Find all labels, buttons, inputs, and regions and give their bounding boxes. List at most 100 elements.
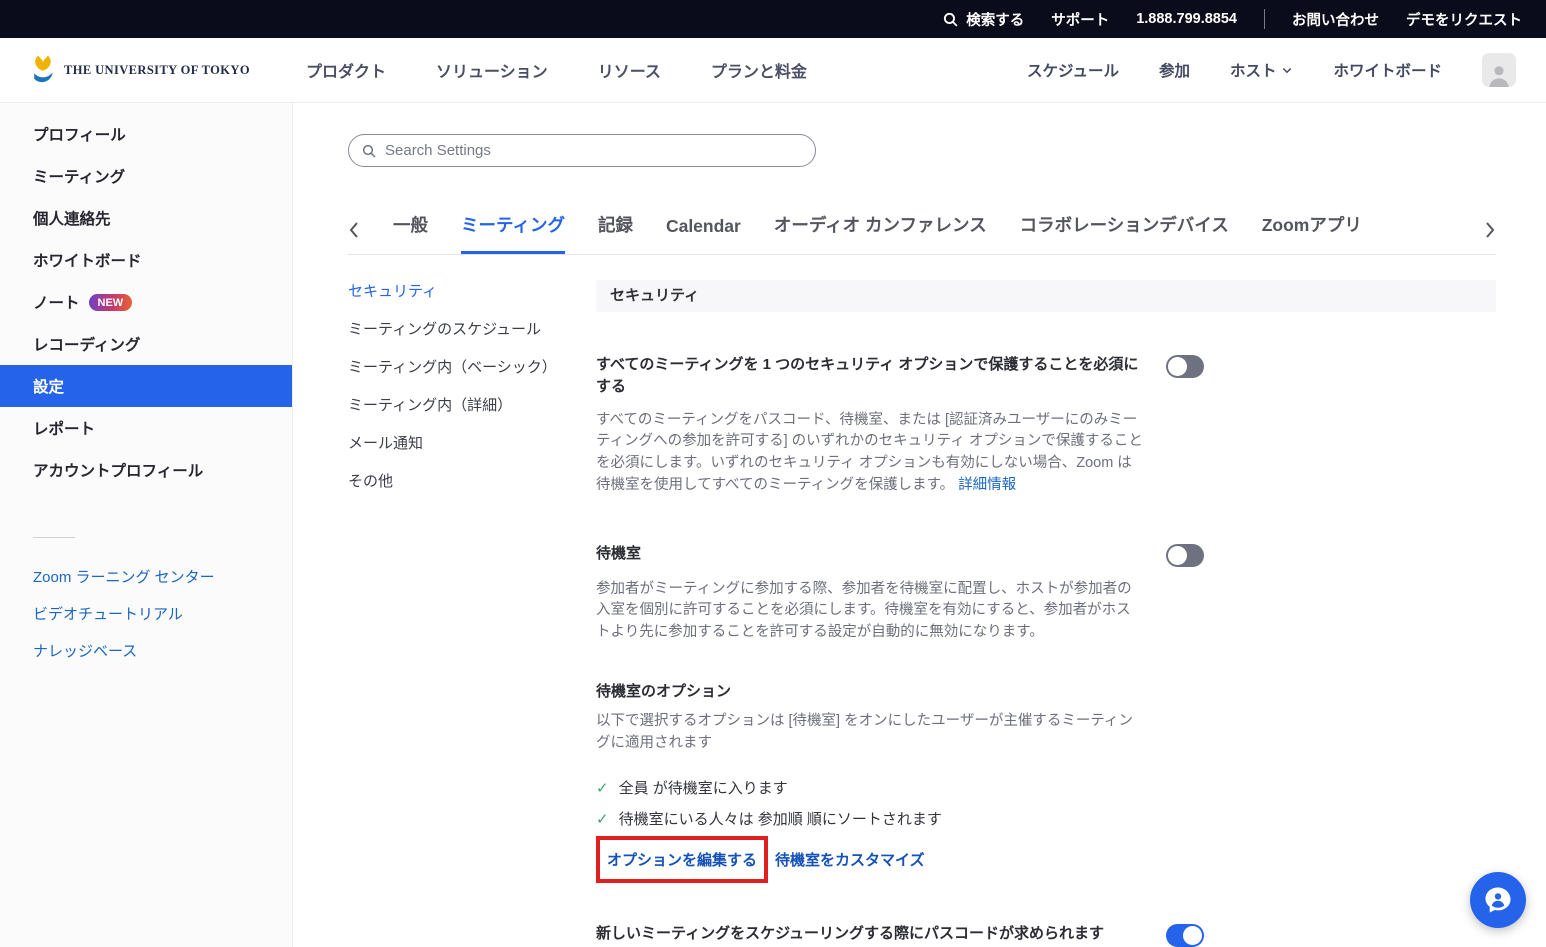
waiting-room-links: オプションを編集する 待機室をカスタマイズ: [596, 836, 1496, 883]
logo-text: THE UNIVERSITY OF TOKYO: [64, 63, 250, 78]
search-icon: [942, 11, 959, 28]
option-everyone-in-waiting-room: ✓ 全員 が待機室に入ります: [596, 772, 1496, 803]
check-icon: ✓: [596, 779, 609, 797]
sidebar-item-reports[interactable]: レポート: [0, 407, 292, 449]
security-panel: セキュリティ すべてのミーティングを 1 つのセキュリティ オプションで保護する…: [596, 280, 1496, 947]
sidebar-item-label: レコーディング: [33, 333, 140, 355]
customize-waiting-room-link[interactable]: 待機室をカスタマイズ: [775, 849, 925, 870]
section-header-security: セキュリティ: [596, 280, 1496, 312]
tab-audio-conferencing[interactable]: オーディオ カンファレンス: [774, 212, 987, 254]
sidebar-item-label: ホワイトボード: [33, 249, 142, 271]
ginkgo-leaf-icon: [30, 54, 56, 86]
learn-more-link[interactable]: 詳細情報: [958, 477, 1016, 493]
tab-zoom-apps[interactable]: Zoomアプリ: [1262, 212, 1362, 254]
sidebar-item-label: 個人連絡先: [33, 207, 111, 229]
nav-plans[interactable]: プランと料金: [711, 58, 807, 82]
option-label: 待機室にいる人々は 参加順 順にソートされます: [619, 808, 942, 829]
option-sort-by-join-order: ✓ 待機室にいる人々は 参加順 順にソートされます: [596, 803, 1496, 834]
subnav-in-meeting-advanced[interactable]: ミーティング内（詳細）: [348, 398, 596, 414]
topbar-search-label: 検索する: [966, 9, 1024, 30]
setting-title: すべてのミーティングを 1 つのセキュリティ オプションで保護することを必須にす…: [596, 354, 1166, 398]
sidebar-item-notes[interactable]: ノート NEW: [0, 281, 292, 323]
highlight-box: オプションを編集する: [596, 836, 768, 883]
edit-options-link[interactable]: オプションを編集する: [607, 849, 757, 870]
tabs-scroll-left-icon[interactable]: [348, 220, 360, 254]
setting-require-passcode: 新しいミーティングをスケジューリングする際にパスコードが求められます ミーティン…: [596, 923, 1496, 947]
chat-person-icon: [1482, 884, 1514, 916]
help-chat-button[interactable]: [1470, 872, 1526, 928]
subnav-in-meeting-basic[interactable]: ミーティング内（ベーシック）: [348, 360, 596, 376]
tabs-scroll-right-icon[interactable]: [1484, 220, 1496, 254]
waiting-room-options: 待機室のオプション 以下で選択するオプションは [待機室] をオンにしたユーザー…: [596, 680, 1496, 884]
primary-nav: プロダクト ソリューション リソース プランと料金: [306, 58, 807, 82]
nav-whiteboard[interactable]: ホワイトボード: [1333, 59, 1442, 81]
sidebar-link-knowledge-base[interactable]: ナレッジベース: [0, 632, 292, 669]
waiting-room-toggle[interactable]: [1166, 544, 1204, 567]
chevron-down-icon: [1281, 64, 1293, 76]
nav-products[interactable]: プロダクト: [306, 58, 386, 82]
require-security-toggle[interactable]: [1166, 355, 1204, 378]
avatar[interactable]: [1482, 53, 1516, 87]
setting-description: すべてのミーティングをパスコード、待機室、または [認証済みユーザーにのみミーテ…: [596, 410, 1144, 497]
waiting-room-options-title: 待機室のオプション: [596, 680, 1496, 701]
setting-require-security-option: すべてのミーティングを 1 つのセキュリティ オプションで保護することを必須にす…: [596, 354, 1496, 497]
nav-solutions[interactable]: ソリューション: [436, 58, 548, 82]
settings-search-box[interactable]: [348, 134, 816, 167]
sidebar-item-recordings[interactable]: レコーディング: [0, 323, 292, 365]
subnav-email-notification[interactable]: メール通知: [348, 436, 596, 452]
setting-title: 待機室: [596, 543, 661, 565]
search-icon: [361, 143, 377, 159]
sidebar-item-label: ノート: [33, 291, 80, 313]
setting-description: 参加者がミーティングに参加する際、参加者を待機室に配置し、ホストが参加者の入室を…: [596, 579, 1144, 644]
waiting-room-options-description: 以下で選択するオプションは [待機室] をオンにしたユーザーが主催するミーティン…: [596, 711, 1144, 755]
nav-host-label: ホスト: [1230, 59, 1277, 81]
topbar-search[interactable]: 検索する: [942, 9, 1024, 30]
subnav-other[interactable]: その他: [348, 474, 596, 490]
setting-waiting-room: 待機室 参加者がミーティングに参加する際、参加者を待機室に配置し、ホストが参加者…: [596, 543, 1496, 644]
option-label: 全員 が待機室に入ります: [619, 777, 788, 798]
topbar-support-link[interactable]: サポート: [1051, 9, 1109, 30]
top-utility-bar: 検索する サポート 1.888.799.8854 お問い合わせ デモをリクエスト: [0, 0, 1546, 38]
topbar-request-demo-link[interactable]: デモをリクエスト: [1406, 9, 1522, 30]
sidebar: プロフィール ミーティング 個人連絡先 ホワイトボード ノート NEW レコーデ…: [0, 103, 293, 947]
sidebar-item-contacts[interactable]: 個人連絡先: [0, 197, 292, 239]
tab-recording[interactable]: 記録: [598, 212, 633, 254]
main-navbar: THE UNIVERSITY OF TOKYO プロダクト ソリューション リソ…: [0, 38, 1546, 103]
sidebar-link-learning-center[interactable]: Zoom ラーニング センター: [0, 558, 292, 595]
nav-resources[interactable]: リソース: [598, 58, 661, 82]
meeting-subnav: セキュリティ ミーティングのスケジュール ミーティング内（ベーシック） ミーティ…: [348, 280, 596, 947]
new-badge: NEW: [89, 294, 133, 311]
subnav-security[interactable]: セキュリティ: [348, 284, 596, 300]
sidebar-divider: [33, 537, 75, 538]
sidebar-item-settings[interactable]: 設定: [0, 365, 292, 407]
settings-search-input[interactable]: [385, 142, 803, 159]
tab-general[interactable]: 一般: [393, 212, 428, 254]
check-icon: ✓: [596, 810, 609, 828]
topbar-phone[interactable]: 1.888.799.8854: [1136, 11, 1237, 27]
settings-main: 一般 ミーティング 記録 Calendar オーディオ カンファレンス コラボレ…: [293, 103, 1546, 947]
require-passcode-toggle[interactable]: [1166, 924, 1204, 947]
tab-collaboration-devices[interactable]: コラボレーションデバイス: [1020, 212, 1229, 254]
university-logo[interactable]: THE UNIVERSITY OF TOKYO: [30, 54, 250, 86]
setting-title: 新しいミーティングをスケジューリングする際にパスコードが求められます: [596, 923, 1124, 945]
subnav-schedule-meeting[interactable]: ミーティングのスケジュール: [348, 322, 596, 338]
sidebar-item-profile[interactable]: プロフィール: [0, 113, 292, 155]
secondary-nav: スケジュール 参加 ホスト ホワイトボード: [1027, 53, 1516, 87]
setting-description-text: すべてのミーティングをパスコード、待機室、または [認証済みユーザーにのみミーテ…: [596, 412, 1143, 493]
waiting-room-option-list: ✓ 全員 が待機室に入ります ✓ 待機室にいる人々は 参加順 順にソートされます: [596, 772, 1496, 834]
sidebar-item-meetings[interactable]: ミーティング: [0, 155, 292, 197]
sidebar-item-label: 設定: [33, 375, 64, 397]
nav-join[interactable]: 参加: [1159, 59, 1190, 81]
sidebar-link-video-tutorials[interactable]: ビデオチュートリアル: [0, 595, 292, 632]
nav-host[interactable]: ホスト: [1230, 59, 1294, 81]
topbar-contact-link[interactable]: お問い合わせ: [1292, 9, 1379, 30]
nav-schedule[interactable]: スケジュール: [1027, 59, 1119, 81]
tab-meeting[interactable]: ミーティング: [461, 212, 565, 254]
sidebar-item-account-profile[interactable]: アカウントプロフィール: [0, 449, 292, 491]
settings-tabs: 一般 ミーティング 記録 Calendar オーディオ カンファレンス コラボレ…: [348, 212, 1496, 255]
topbar-divider: [1264, 9, 1265, 29]
tab-calendar[interactable]: Calendar: [666, 216, 741, 254]
sidebar-item-whiteboard[interactable]: ホワイトボード: [0, 239, 292, 281]
sidebar-item-label: アカウントプロフィール: [33, 459, 203, 481]
sidebar-item-label: レポート: [33, 417, 95, 439]
